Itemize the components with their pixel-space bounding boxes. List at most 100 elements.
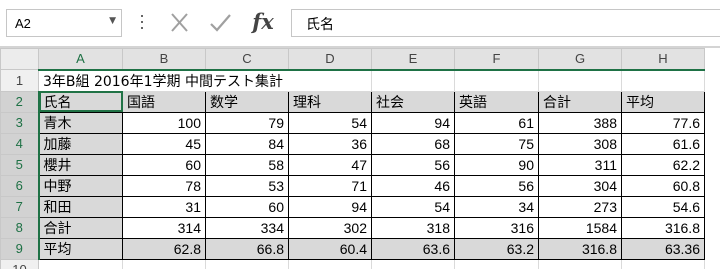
cell[interactable]: 60.8 (621, 174, 705, 197)
cell[interactable] (371, 258, 455, 269)
cell[interactable]: 47 (288, 153, 372, 176)
enter-button[interactable] (204, 9, 236, 37)
cell[interactable]: 54 (371, 195, 455, 218)
vertical-dots-icon[interactable] (132, 11, 152, 35)
cell[interactable]: 100 (122, 111, 206, 134)
cell[interactable]: 60.4 (288, 237, 372, 260)
cell[interactable]: 68 (371, 132, 455, 155)
name-cell[interactable]: 櫻井 (38, 153, 123, 176)
name-cell[interactable]: 中野 (38, 174, 123, 197)
cell[interactable] (538, 258, 622, 269)
cell[interactable]: 316 (454, 216, 539, 239)
cell[interactable] (454, 258, 539, 269)
cell[interactable] (288, 258, 372, 269)
column-header[interactable]: E (371, 48, 455, 71)
cell[interactable]: 58 (205, 153, 289, 176)
insert-function-button[interactable]: fx (248, 6, 278, 38)
cell[interactable]: 311 (538, 153, 622, 176)
cell[interactable]: 334 (205, 216, 289, 239)
cell[interactable]: 62.2 (621, 153, 705, 176)
header-cell[interactable]: 国語 (122, 90, 206, 113)
cell[interactable]: 94 (288, 195, 372, 218)
cell[interactable] (122, 258, 206, 269)
cell[interactable]: 46 (371, 174, 455, 197)
column-header[interactable]: B (122, 48, 206, 71)
name-cell[interactable]: 加藤 (38, 132, 123, 155)
row-header[interactable]: 3 (0, 111, 40, 134)
column-header[interactable]: G (538, 48, 622, 71)
cell[interactable]: 316.8 (621, 216, 705, 239)
cell[interactable]: 61.6 (621, 132, 705, 155)
cell[interactable]: 84 (205, 132, 289, 155)
cell[interactable]: 314 (122, 216, 206, 239)
row-header[interactable]: 4 (0, 132, 40, 155)
cell[interactable]: 56 (454, 174, 539, 197)
name-box-dropdown-icon[interactable]: ▼ (109, 16, 116, 26)
column-header[interactable]: F (454, 48, 539, 71)
cell[interactable]: 302 (288, 216, 372, 239)
cell[interactable]: 63.2 (454, 237, 539, 260)
cell[interactable]: 34 (454, 195, 539, 218)
cell[interactable]: 71 (288, 174, 372, 197)
column-header[interactable]: C (205, 48, 289, 71)
cell[interactable]: 78 (122, 174, 206, 197)
cell[interactable] (454, 69, 539, 92)
cell[interactable]: 388 (538, 111, 622, 134)
formula-input[interactable]: 氏名 (291, 9, 720, 37)
row-header[interactable]: 1 (0, 69, 39, 92)
header-cell[interactable]: 数学 (205, 90, 289, 113)
cell[interactable]: 75 (454, 132, 539, 155)
header-cell[interactable]: 英語 (454, 90, 539, 113)
row-header[interactable]: 10 (0, 258, 39, 269)
cell[interactable]: 31 (122, 195, 206, 218)
cell[interactable]: 62.8 (122, 237, 206, 260)
sheet-title-cell[interactable]: 3年B組 2016年1学期 中間テスト集計 (38, 69, 372, 92)
row-header[interactable]: 8 (0, 216, 40, 239)
header-cell[interactable]: 社会 (371, 90, 455, 113)
column-header[interactable]: D (288, 48, 372, 71)
cell[interactable]: 273 (538, 195, 622, 218)
cell[interactable]: 60 (205, 195, 289, 218)
header-cell[interactable]: 氏名 (38, 90, 123, 113)
cell[interactable]: 45 (122, 132, 206, 155)
cell[interactable]: 36 (288, 132, 372, 155)
cell[interactable]: 308 (538, 132, 622, 155)
cell[interactable]: 318 (371, 216, 455, 239)
row-header[interactable]: 9 (0, 237, 40, 260)
cell[interactable]: 56 (371, 153, 455, 176)
cell[interactable] (621, 258, 705, 269)
cell[interactable]: 90 (454, 153, 539, 176)
cell[interactable]: 54 (288, 111, 372, 134)
name-cell[interactable]: 和田 (38, 195, 123, 218)
cell[interactable]: 66.8 (205, 237, 289, 260)
cell[interactable]: 79 (205, 111, 289, 134)
cell[interactable] (538, 69, 622, 92)
column-header[interactable]: H (621, 48, 705, 71)
cell[interactable]: 1584 (538, 216, 622, 239)
header-cell[interactable]: 理科 (288, 90, 372, 113)
cell[interactable] (371, 69, 455, 92)
name-cell[interactable]: 青木 (38, 111, 123, 134)
row-header[interactable]: 7 (0, 195, 40, 218)
row-header[interactable]: 6 (0, 174, 40, 197)
average-label-cell[interactable]: 平均 (38, 237, 123, 260)
cell[interactable]: 63.36 (621, 237, 705, 260)
cell[interactable]: 316.8 (538, 237, 622, 260)
name-box[interactable]: A2 ▼ (6, 9, 122, 37)
cancel-button[interactable] (163, 9, 195, 37)
cell[interactable]: 304 (538, 174, 622, 197)
cell[interactable] (38, 258, 123, 269)
select-all-corner[interactable] (0, 48, 39, 70)
cell[interactable] (205, 258, 289, 269)
cell[interactable]: 61 (454, 111, 539, 134)
row-header[interactable]: 2 (0, 90, 40, 113)
cell[interactable]: 54.6 (621, 195, 705, 218)
total-label-cell[interactable]: 合計 (38, 216, 123, 239)
cell[interactable]: 60 (122, 153, 206, 176)
column-header[interactable]: A (38, 48, 123, 71)
row-header[interactable]: 5 (0, 153, 40, 176)
cell[interactable]: 63.6 (371, 237, 455, 260)
cell[interactable] (621, 69, 705, 92)
header-cell[interactable]: 平均 (621, 90, 705, 113)
header-cell[interactable]: 合計 (538, 90, 622, 113)
